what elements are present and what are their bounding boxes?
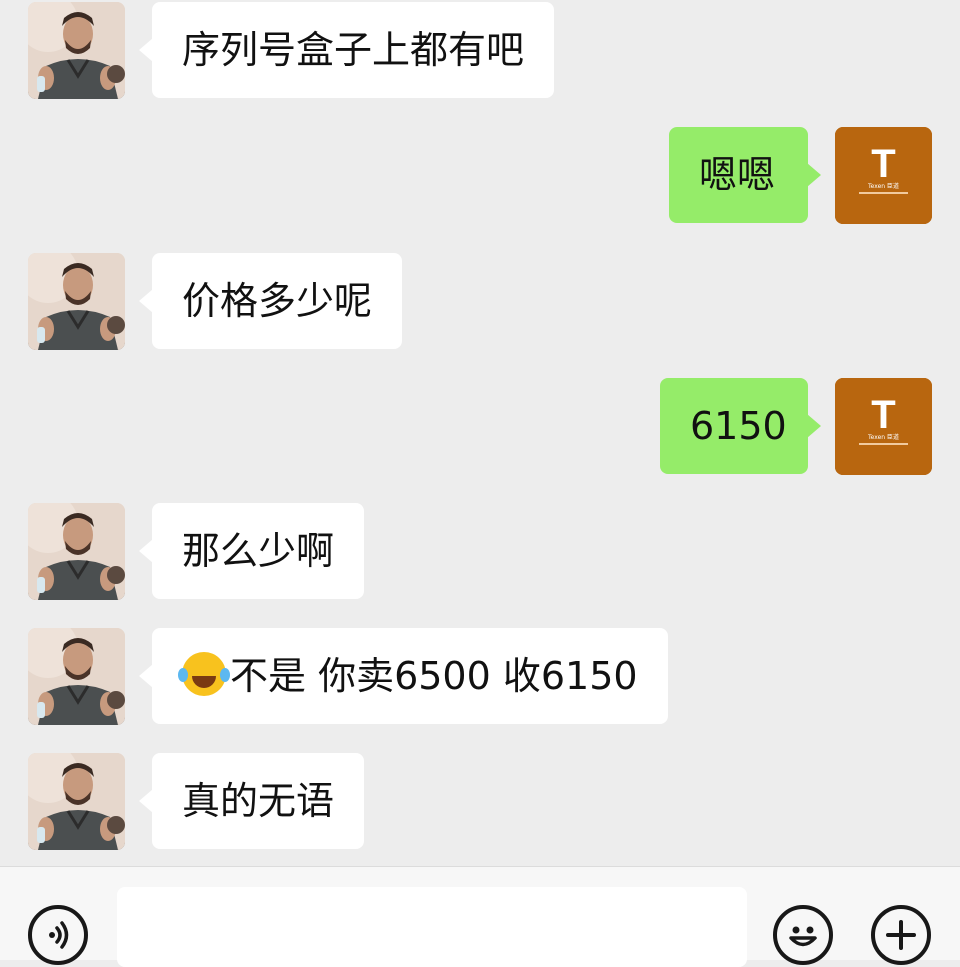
message-bubble-incoming[interactable]: 那么少啊 [138,503,365,599]
message-text: 不是 你卖6500 收6150 [230,654,638,698]
input-bar [0,866,960,967]
contact-avatar[interactable] [28,628,125,725]
brand-logo-letter: T [871,142,895,186]
message-input[interactable] [117,887,747,967]
message-text: 那么少啊 [182,529,335,573]
contact-avatar[interactable] [28,753,125,850]
laughing-tears-emoji-icon [178,652,226,696]
brand-logo-caption: Texen 臣道 [867,433,899,441]
brand-logo-letter: T [871,393,895,437]
message-bubble-outgoing[interactable]: 嗯嗯 [669,127,821,223]
voice-icon [49,921,69,949]
voice-button[interactable] [28,905,88,965]
more-options-button[interactable] [871,905,931,965]
contact-avatar[interactable] [28,253,125,350]
emoji-face-icon [789,926,817,947]
message-text: 6150 [690,404,787,448]
message-bubble-incoming[interactable]: 不是 你卖6500 收6150 [139,628,668,724]
message-bubble-outgoing[interactable]: 6150 [660,378,821,474]
message-text: 价格多少呢 [182,279,373,323]
user-avatar[interactable]: T Texen 臣道 [835,378,932,475]
message-text: 序列号盒子上都有吧 [182,28,525,72]
contact-avatar[interactable] [28,503,125,600]
contact-avatar[interactable] [28,2,125,99]
message-text: 真的无语 [182,779,335,823]
user-avatar[interactable]: T Texen 臣道 [835,127,932,224]
chat-area[interactable]: 序列号盒子上都有吧 嗯嗯 T Texen 臣道 价格多少呢 6150 T Tex… [0,0,960,866]
message-text: 嗯嗯 [699,153,776,197]
message-bubble-incoming[interactable]: 价格多少呢 [138,253,403,349]
plus-icon [886,920,916,950]
brand-logo-caption: Texen 臣道 [867,182,899,190]
message-bubble-incoming[interactable]: 真的无语 [138,753,365,849]
message-bubble-incoming[interactable]: 序列号盒子上都有吧 [138,2,555,98]
emoji-button[interactable] [773,905,833,965]
